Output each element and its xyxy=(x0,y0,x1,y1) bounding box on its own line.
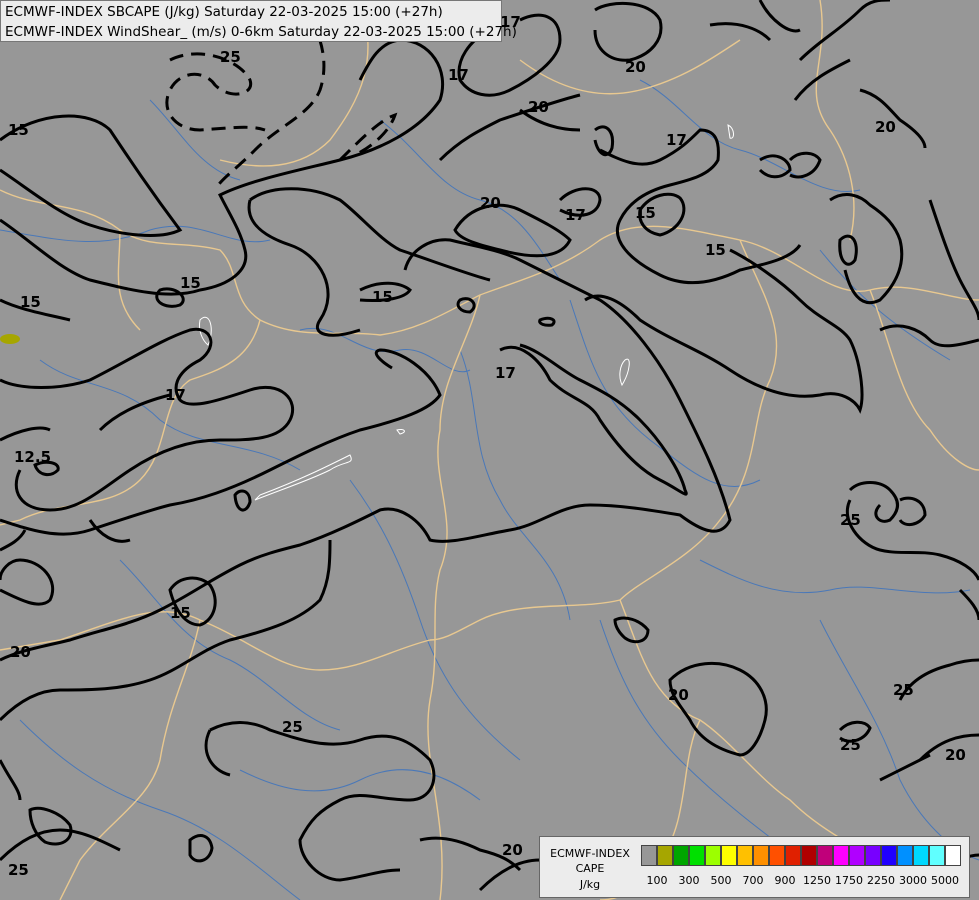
legend-swatch xyxy=(801,845,817,866)
contour-label-25: 25 xyxy=(220,48,241,66)
cape-patch-olive xyxy=(0,334,20,344)
contour-label-20: 20 xyxy=(528,98,549,116)
legend-swatch xyxy=(657,845,673,866)
legend-tick-label: 500 xyxy=(710,874,732,887)
contour-label-17: 17 xyxy=(165,386,186,404)
legend-tick-label: 5000 xyxy=(931,874,959,887)
legend-swatch xyxy=(641,845,657,866)
contour-label-20: 20 xyxy=(945,746,966,764)
contour-label-15: 15 xyxy=(372,288,393,306)
contour-label-15: 15 xyxy=(8,121,29,139)
contour-label-20: 20 xyxy=(625,58,646,76)
legend-swatch xyxy=(737,845,753,866)
contour-label-20: 20 xyxy=(875,118,896,136)
legend-swatch xyxy=(833,845,849,866)
contour-label-15: 15 xyxy=(180,274,201,292)
legend-tick-label: 100 xyxy=(646,874,668,887)
contour-label-25: 25 xyxy=(840,736,861,754)
contour-label-17: 17 xyxy=(565,206,586,224)
legend-swatch xyxy=(721,845,737,866)
contour-label-15: 15 xyxy=(635,204,656,222)
legend-tick-label: 900 xyxy=(774,874,796,887)
weather-map: 15 15 15 15 15 15 15 17 17 17 17 17 17 2… xyxy=(0,0,979,900)
legend-swatch xyxy=(865,845,881,866)
contour-label-25: 25 xyxy=(840,511,861,529)
contour-label-17: 17 xyxy=(495,364,516,382)
contour-label-20: 20 xyxy=(480,194,501,212)
contour-label-20: 20 xyxy=(668,686,689,704)
legend-color-scale xyxy=(641,845,961,866)
map-background xyxy=(0,0,979,900)
contour-label-25: 25 xyxy=(8,861,29,879)
legend-swatch xyxy=(913,845,929,866)
map-title-box: ECMWF-INDEX SBCAPE (J/kg) Saturday 22-03… xyxy=(0,0,517,42)
legend-swatch xyxy=(817,845,833,866)
cape-legend: ECMWF-INDEX CAPE J/kg 100 300 500 700 900 125… xyxy=(539,836,970,898)
legend-swatch xyxy=(881,845,897,866)
legend-swatch xyxy=(689,845,705,866)
title-line-cape: ECMWF-INDEX SBCAPE (J/kg) Saturday 22-03… xyxy=(5,4,443,20)
contour-label-15: 15 xyxy=(20,293,41,311)
contour-label-25: 25 xyxy=(282,718,303,736)
contour-label-17: 17 xyxy=(666,131,687,149)
contour-label-12-5: 12.5 xyxy=(14,448,51,466)
legend-swatch xyxy=(705,845,721,866)
legend-tick-label: 2250 xyxy=(867,874,895,887)
legend-swatch xyxy=(929,845,945,866)
contour-label-15: 15 xyxy=(705,241,726,259)
legend-swatch xyxy=(673,845,689,866)
contour-label-25: 25 xyxy=(893,681,914,699)
title-line-windshear: ECMWF-INDEX WindShear_ (m/s) 0-6km Satur… xyxy=(5,24,517,40)
legend-swatch xyxy=(897,845,913,866)
legend-tick-label: 3000 xyxy=(899,874,927,887)
contour-label-20: 20 xyxy=(502,841,523,859)
legend-tick-label: 1250 xyxy=(803,874,831,887)
legend-title-model: ECMWF-INDEX xyxy=(550,847,630,860)
legend-swatch xyxy=(769,845,785,866)
legend-tick-label: 1750 xyxy=(835,874,863,887)
legend-swatch xyxy=(785,845,801,866)
legend-tick-labels: 100 300 500 700 900 1250 1750 2250 3000 5000 xyxy=(540,874,971,888)
legend-swatch xyxy=(753,845,769,866)
contour-label-15: 15 xyxy=(170,604,191,622)
legend-swatch xyxy=(849,845,865,866)
contour-label-20: 20 xyxy=(10,643,31,661)
contour-label-17: 17 xyxy=(448,66,469,84)
legend-tick-label: 300 xyxy=(678,874,700,887)
legend-swatch xyxy=(945,845,961,866)
legend-tick-label: 700 xyxy=(742,874,764,887)
